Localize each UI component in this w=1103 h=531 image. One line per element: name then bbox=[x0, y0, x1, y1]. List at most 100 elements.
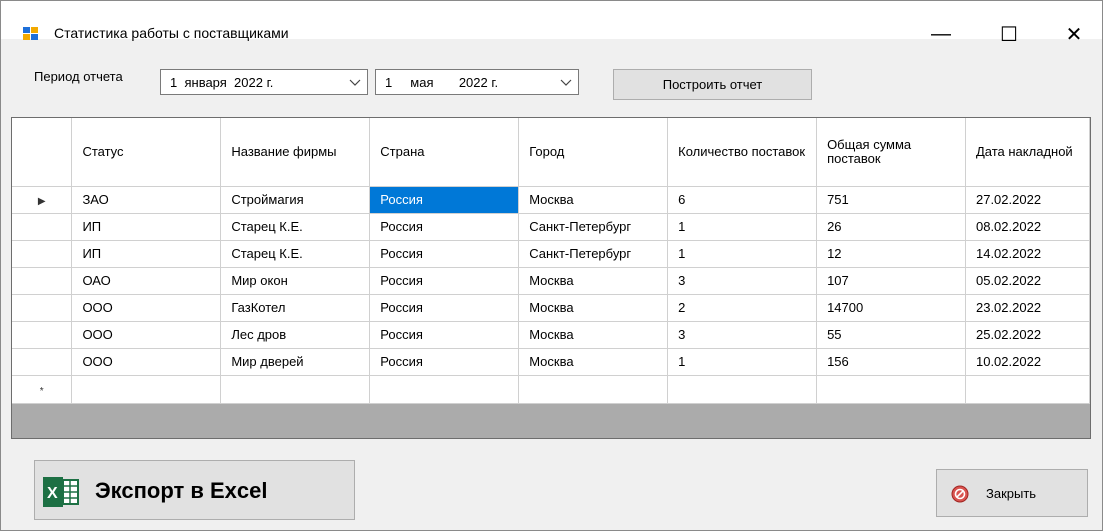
table-cell[interactable]: 55 bbox=[816, 321, 966, 349]
row-header[interactable] bbox=[12, 294, 73, 322]
table-cell[interactable] bbox=[71, 375, 222, 404]
table-cell[interactable]: ООО bbox=[71, 294, 222, 322]
table-cell[interactable] bbox=[518, 375, 669, 404]
table-cell[interactable]: Лес дров bbox=[220, 321, 371, 349]
table-row[interactable]: ООО Лес дров Россия Москва 3 55 25.02.20… bbox=[12, 321, 1090, 349]
table-cell[interactable]: 2 bbox=[667, 294, 818, 322]
column-header-city[interactable]: Город bbox=[518, 118, 669, 187]
table-cell[interactable] bbox=[220, 375, 371, 404]
table-cell[interactable]: 1 bbox=[667, 348, 818, 376]
table-cell[interactable]: 14.02.2022 bbox=[965, 240, 1090, 268]
table-cell[interactable]: 751 bbox=[816, 186, 966, 214]
table-cell[interactable]: ГазКотел bbox=[220, 294, 371, 322]
table-cell[interactable] bbox=[965, 375, 1090, 404]
window-title: Статистика работы с поставщиками bbox=[54, 25, 289, 41]
table-cell[interactable]: Москва bbox=[518, 348, 669, 376]
table-cell[interactable]: Россия bbox=[369, 321, 520, 349]
table-cell[interactable]: Россия bbox=[369, 267, 520, 295]
table-cell[interactable]: Россия bbox=[369, 294, 520, 322]
table-cell[interactable] bbox=[667, 375, 818, 404]
table-cell[interactable]: ИП bbox=[71, 240, 222, 268]
row-header[interactable] bbox=[12, 321, 73, 349]
close-window-button[interactable]: ✕ bbox=[1051, 17, 1097, 51]
table-cell[interactable]: Санкт-Петербург bbox=[518, 240, 669, 268]
date-from-picker[interactable]: 1 января 2022 г. bbox=[160, 69, 368, 95]
column-header-company[interactable]: Название фирмы bbox=[220, 118, 371, 187]
row-header[interactable] bbox=[12, 348, 73, 376]
date-to-value: 1 мая 2022 г. bbox=[385, 75, 499, 90]
table-cell[interactable]: 26 bbox=[816, 213, 966, 241]
table-cell[interactable]: Россия bbox=[369, 240, 520, 268]
new-row[interactable]: * bbox=[12, 375, 1090, 404]
table-cell[interactable]: ООО bbox=[71, 321, 222, 349]
excel-icon: X bbox=[43, 477, 79, 507]
table-cell[interactable]: 3 bbox=[667, 321, 818, 349]
column-header-count[interactable]: Количество поставок bbox=[667, 118, 818, 187]
table-cell[interactable]: Мир окон bbox=[220, 267, 371, 295]
row-header[interactable] bbox=[12, 240, 73, 268]
build-report-button[interactable]: Построить отчет bbox=[613, 69, 812, 100]
table-cell[interactable]: ИП bbox=[71, 213, 222, 241]
table-cell[interactable]: 1 bbox=[667, 213, 818, 241]
title-bar[interactable]: Статистика работы с поставщиками — ☐ ✕ bbox=[1, 1, 1102, 46]
table-cell[interactable] bbox=[369, 375, 520, 404]
row-header[interactable]: * bbox=[12, 375, 73, 404]
table-cell-selected[interactable]: Россия bbox=[369, 186, 520, 214]
column-header-country[interactable]: Страна bbox=[369, 118, 520, 187]
table-cell[interactable]: Москва bbox=[518, 294, 669, 322]
table-cell[interactable]: 6 bbox=[667, 186, 818, 214]
table-cell[interactable]: 14700 bbox=[816, 294, 966, 322]
table-cell[interactable]: Москва bbox=[518, 321, 669, 349]
table-cell[interactable]: Москва bbox=[518, 186, 669, 214]
table-row[interactable]: ООО Мир дверей Россия Москва 1 156 10.02… bbox=[12, 348, 1090, 376]
table-cell[interactable]: 23.02.2022 bbox=[965, 294, 1090, 322]
column-header-total[interactable]: Общая сумма поставок bbox=[816, 118, 966, 187]
suppliers-table: Статус Название фирмы Страна Город Колич… bbox=[12, 118, 1090, 404]
report-window: Статистика работы с поставщиками — ☐ ✕ П… bbox=[0, 0, 1103, 531]
table-row[interactable]: ОАО Мир окон Россия Москва 3 107 05.02.2… bbox=[12, 267, 1090, 295]
form-icon bbox=[23, 27, 39, 41]
row-header[interactable]: ▶ bbox=[12, 186, 73, 214]
table-cell[interactable]: Старец К.Е. bbox=[220, 213, 371, 241]
table-row[interactable]: ▶ ЗАО Строймагия Россия Москва 6 751 27.… bbox=[12, 186, 1090, 214]
column-header-status[interactable]: Статус bbox=[71, 118, 222, 187]
table-cell[interactable]: 12 bbox=[816, 240, 966, 268]
date-to-picker[interactable]: 1 мая 2022 г. bbox=[375, 69, 579, 95]
table-cell[interactable]: 08.02.2022 bbox=[965, 213, 1090, 241]
table-cell[interactable]: Санкт-Петербург bbox=[518, 213, 669, 241]
period-label: Период отчета bbox=[34, 69, 123, 84]
suppliers-grid[interactable]: Статус Название фирмы Страна Город Колич… bbox=[11, 117, 1091, 439]
chevron-down-icon[interactable] bbox=[349, 76, 361, 88]
table-cell[interactable]: 107 bbox=[816, 267, 966, 295]
chevron-down-icon[interactable] bbox=[560, 76, 572, 88]
table-cell[interactable]: ООО bbox=[71, 348, 222, 376]
table-cell[interactable]: 05.02.2022 bbox=[965, 267, 1090, 295]
table-cell[interactable]: Россия bbox=[369, 213, 520, 241]
table-row[interactable]: ООО ГазКотел Россия Москва 2 14700 23.02… bbox=[12, 294, 1090, 322]
close-button[interactable]: Закрыть bbox=[936, 469, 1088, 517]
table-cell[interactable] bbox=[816, 375, 966, 404]
table-cell[interactable]: 156 bbox=[816, 348, 966, 376]
row-header[interactable] bbox=[12, 267, 73, 295]
table-cell[interactable]: ОАО bbox=[71, 267, 222, 295]
table-cell[interactable]: ЗАО bbox=[71, 186, 222, 214]
table-row[interactable]: ИП Старец К.Е. Россия Санкт-Петербург 1 … bbox=[12, 213, 1090, 241]
close-circle-icon bbox=[951, 485, 969, 503]
table-cell[interactable]: 1 bbox=[667, 240, 818, 268]
table-cell[interactable]: 25.02.2022 bbox=[965, 321, 1090, 349]
column-header-date[interactable]: Дата накладной bbox=[965, 118, 1090, 187]
row-header[interactable] bbox=[12, 213, 73, 241]
maximize-button[interactable]: ☐ bbox=[986, 17, 1032, 51]
table-row[interactable]: ИП Старец К.Е. Россия Санкт-Петербург 1 … bbox=[12, 240, 1090, 268]
table-cell[interactable]: Строймагия bbox=[220, 186, 371, 214]
table-cell[interactable]: 3 bbox=[667, 267, 818, 295]
export-excel-button[interactable]: X Экспорт в Excel bbox=[34, 460, 355, 520]
table-cell[interactable]: Москва bbox=[518, 267, 669, 295]
minimize-button[interactable]: — bbox=[918, 17, 964, 51]
table-cell[interactable]: Старец К.Е. bbox=[220, 240, 371, 268]
table-cell[interactable]: 27.02.2022 bbox=[965, 186, 1090, 214]
table-cell[interactable]: 10.02.2022 bbox=[965, 348, 1090, 376]
row-header-corner[interactable] bbox=[12, 118, 73, 187]
table-cell[interactable]: Мир дверей bbox=[220, 348, 371, 376]
table-cell[interactable]: Россия bbox=[369, 348, 520, 376]
